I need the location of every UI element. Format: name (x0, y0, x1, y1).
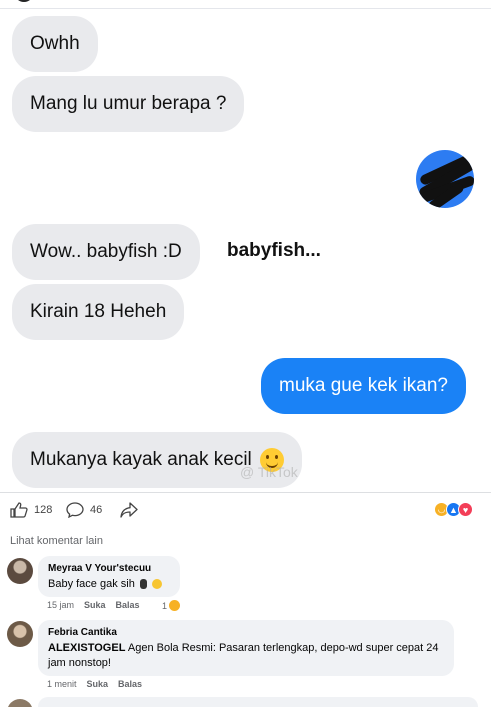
comment-meta: 1 menit Suka Balas (47, 679, 142, 689)
comment-reply-button[interactable]: Balas (118, 679, 142, 689)
view-more-comments-link[interactable]: Lihat komentar lain (10, 535, 103, 547)
message-bubble-incoming: Kirain 18 Heheh (12, 284, 185, 340)
message-text: Mang lu umur berapa ? (30, 93, 227, 114)
comment-meta: 15 jam Suka Balas (47, 600, 140, 610)
cropped-bubble (14, 0, 34, 2)
crying-emoji-icon (151, 579, 162, 590)
comment-bubble (38, 697, 478, 707)
comment-reply-button[interactable]: Balas (116, 600, 140, 610)
like-button[interactable]: 128 (10, 502, 52, 518)
comment-reaction-count[interactable]: 1 (162, 600, 181, 611)
haha-reaction-icon (169, 600, 181, 611)
overlay-caption: babyfish... (227, 240, 321, 261)
share-button[interactable] (120, 502, 138, 518)
comment-author[interactable]: Meyraa V Your'stecuu (48, 562, 170, 575)
like-count: 128 (34, 504, 53, 516)
message-text: Wow.. babyfish :D (30, 241, 182, 262)
reaction-summary[interactable]: ◡ ▲ ♥ (434, 502, 473, 517)
comment-bubble-icon (66, 502, 84, 518)
avatar[interactable] (7, 558, 33, 584)
comment-text: ALEXISTOGEL Agen Bola Resmi: Pasaran ter… (48, 642, 439, 669)
comment-text: Baby face gak sih (48, 577, 170, 592)
message-text: Kirain 18 Heheh (30, 301, 167, 322)
comment-mention[interactable]: ALEXISTOGEL (48, 642, 125, 654)
thumbs-up-icon (10, 502, 28, 518)
comment-time: 1 menit (47, 679, 77, 689)
post-action-bar: 128 46 ◡ ▲ ♥ (0, 492, 491, 528)
comment-author[interactable]: Febria Cantika (48, 626, 444, 639)
love-reaction-icon: ♥ (458, 502, 473, 517)
comment-bubble: Febria Cantika ALEXISTOGEL Agen Bola Res… (38, 620, 454, 676)
comment-like-button[interactable]: Suka (87, 679, 109, 689)
message-bubble-incoming: Mang lu umur berapa ? (12, 76, 245, 132)
message-bubble-incoming: Owhh (12, 16, 98, 72)
comment-count: 46 (90, 504, 103, 516)
divider (0, 8, 491, 9)
comment-bubble: Meyraa V Your'stecuu Baby face gak sih (38, 556, 180, 597)
message-bubble-incoming: Wow.. babyfish :D (12, 224, 200, 280)
comment-like-button[interactable]: Suka (84, 600, 106, 610)
chat-screenshot: Owhh Mang lu umur berapa ? Wow.. babyfis… (0, 0, 491, 492)
message-text: Owhh (30, 33, 80, 54)
censored-avatar (416, 150, 474, 208)
message-text: muka gue kek ikan? (279, 375, 448, 396)
tiktok-watermark: @ TikTok (240, 464, 298, 480)
message-text: Mukanya kayak anak kecil (30, 449, 252, 470)
comment-button[interactable]: 46 (66, 502, 102, 518)
share-arrow-icon (120, 502, 138, 518)
phone-emoji-icon (139, 579, 147, 590)
avatar[interactable] (7, 699, 33, 707)
message-bubble-outgoing: muka gue kek ikan? (261, 358, 466, 414)
avatar[interactable] (7, 621, 33, 647)
comment-time: 15 jam (47, 600, 75, 610)
